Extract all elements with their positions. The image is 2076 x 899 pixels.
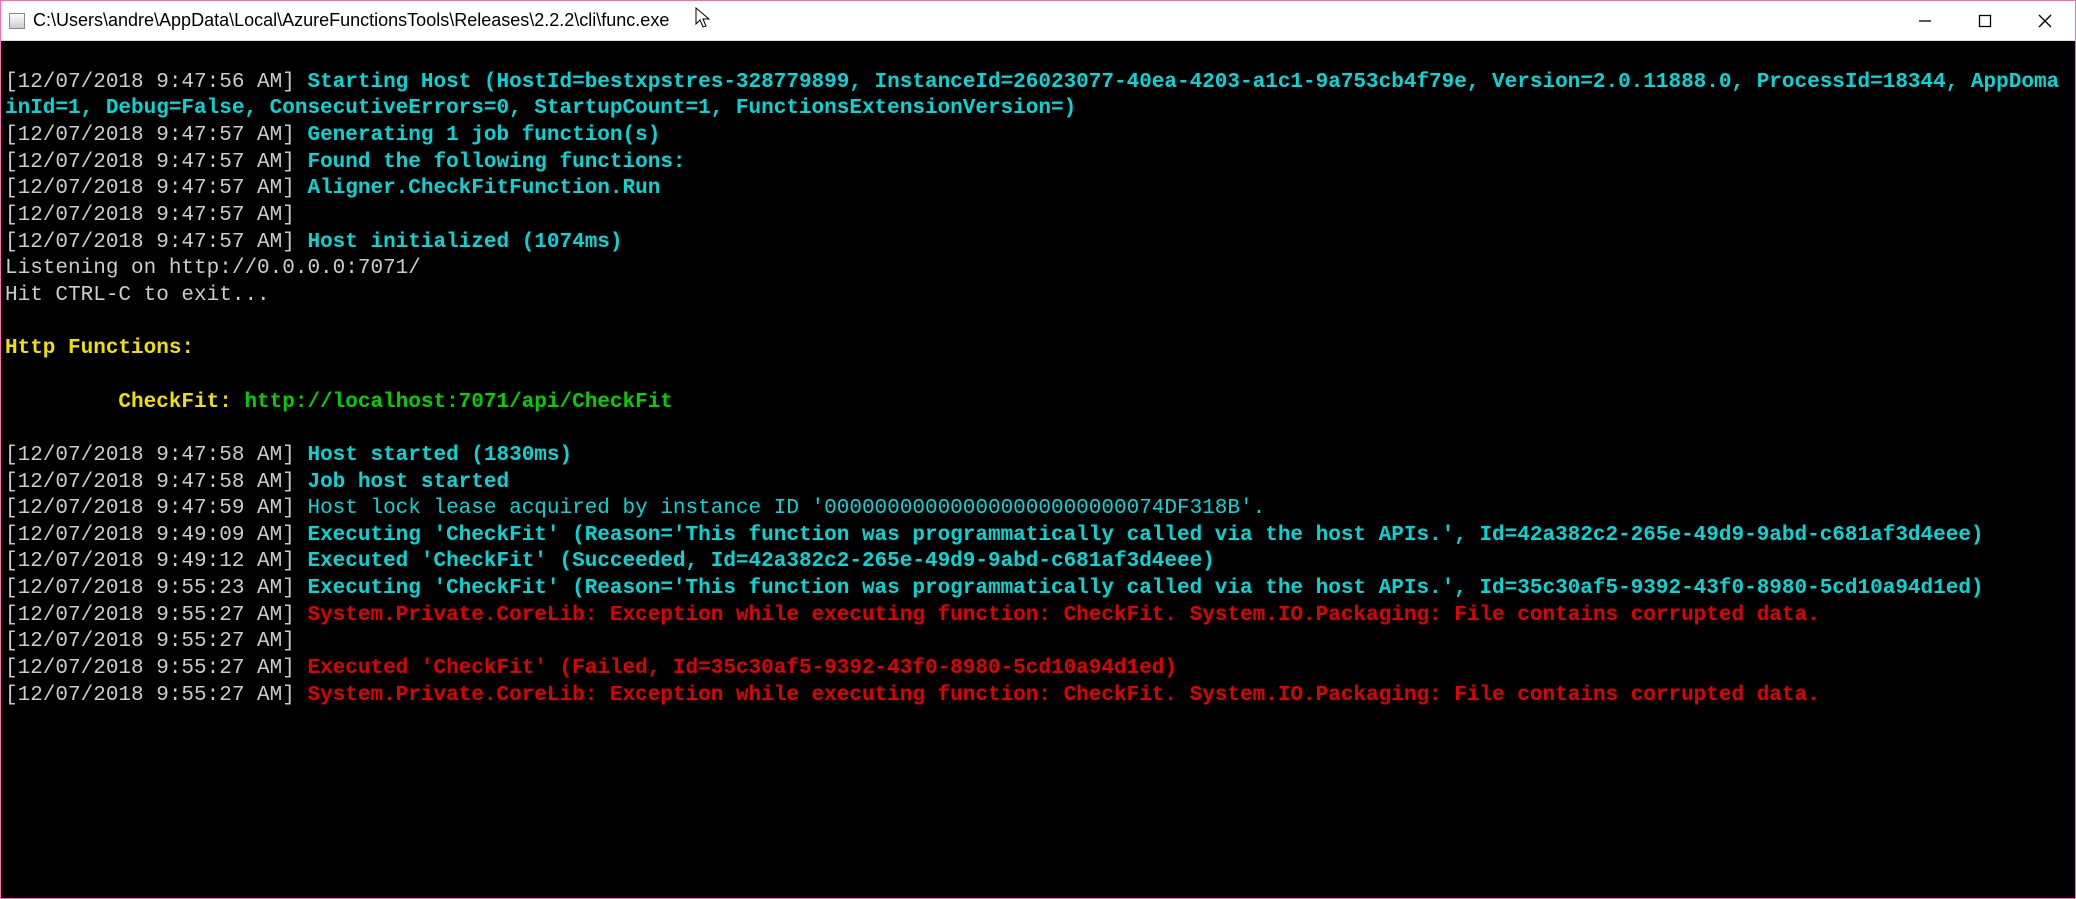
function-name: CheckFit: [118,391,244,414]
maximize-icon [1978,14,1992,28]
log-message: Job host started [295,471,509,494]
log-timestamp: [12/07/2018 9:47:59 AM] [5,497,295,520]
log-timestamp: [12/07/2018 9:49:12 AM] [5,550,295,573]
window-controls [1895,1,2075,40]
app-icon [9,13,25,29]
log-message: Host lock lease acquired by instance ID … [295,497,1265,520]
log-timestamp: [12/07/2018 9:49:09 AM] [5,524,295,547]
log-message: Host started (1830ms) [295,444,572,467]
log-timestamp: [12/07/2018 9:55:27 AM] [5,657,295,680]
window-title: C:\Users\andre\AppData\Local\AzureFuncti… [33,10,1895,31]
close-icon [2038,14,2052,28]
log-error: System.Private.CoreLib: Exception while … [295,604,1820,627]
log-timestamp: [12/07/2018 9:55:27 AM] [5,604,295,627]
log-message: Starting Host (HostId=bestxpstres-328779… [5,71,2059,121]
log-timestamp: [12/07/2018 9:47:57 AM] [5,177,295,200]
log-error: Executed 'CheckFit' (Failed, Id=35c30af5… [295,657,1177,680]
log-timestamp: [12/07/2018 9:55:23 AM] [5,577,295,600]
log-timestamp: [12/07/2018 9:55:27 AM] [5,630,295,653]
log-timestamp: [12/07/2018 9:47:57 AM] [5,151,295,174]
log-timestamp: [12/07/2018 9:47:57 AM] [5,204,295,227]
log-message: Aligner.CheckFitFunction.Run [295,177,660,200]
log-error: System.Private.CoreLib: Exception while … [295,684,1820,707]
log-message: Executed 'CheckFit' (Succeeded, Id=42a38… [295,550,1215,573]
log-timestamp: [12/07/2018 9:47:58 AM] [5,444,295,467]
http-functions-header: Http Functions: [5,337,194,360]
minimize-button[interactable] [1895,1,1955,40]
log-message: Executing 'CheckFit' (Reason='This funct… [295,577,1984,600]
function-url: http://localhost:7071/api/CheckFit [244,391,672,414]
log-timestamp: [12/07/2018 9:47:57 AM] [5,231,295,254]
log-timestamp: [12/07/2018 9:47:58 AM] [5,471,295,494]
log-line: Listening on http://0.0.0.0:7071/ [5,257,421,280]
log-message: Executing 'CheckFit' (Reason='This funct… [295,524,1984,547]
console-window: C:\Users\andre\AppData\Local\AzureFuncti… [1,1,2075,898]
log-message: Generating 1 job function(s) [295,124,660,147]
log-message: Host initialized (1074ms) [295,231,623,254]
maximize-button[interactable] [1955,1,2015,40]
titlebar[interactable]: C:\Users\andre\AppData\Local\AzureFuncti… [1,1,2075,41]
minimize-icon [1918,14,1932,28]
console-output[interactable]: [12/07/2018 9:47:56 AM] Starting Host (H… [1,41,2075,898]
log-message: Found the following functions: [295,151,686,174]
log-timestamp: [12/07/2018 9:47:57 AM] [5,124,295,147]
log-line: Hit CTRL-C to exit... [5,284,270,307]
close-button[interactable] [2015,1,2075,40]
log-timestamp: [12/07/2018 9:55:27 AM] [5,684,295,707]
log-timestamp: [12/07/2018 9:47:56 AM] [5,71,295,94]
